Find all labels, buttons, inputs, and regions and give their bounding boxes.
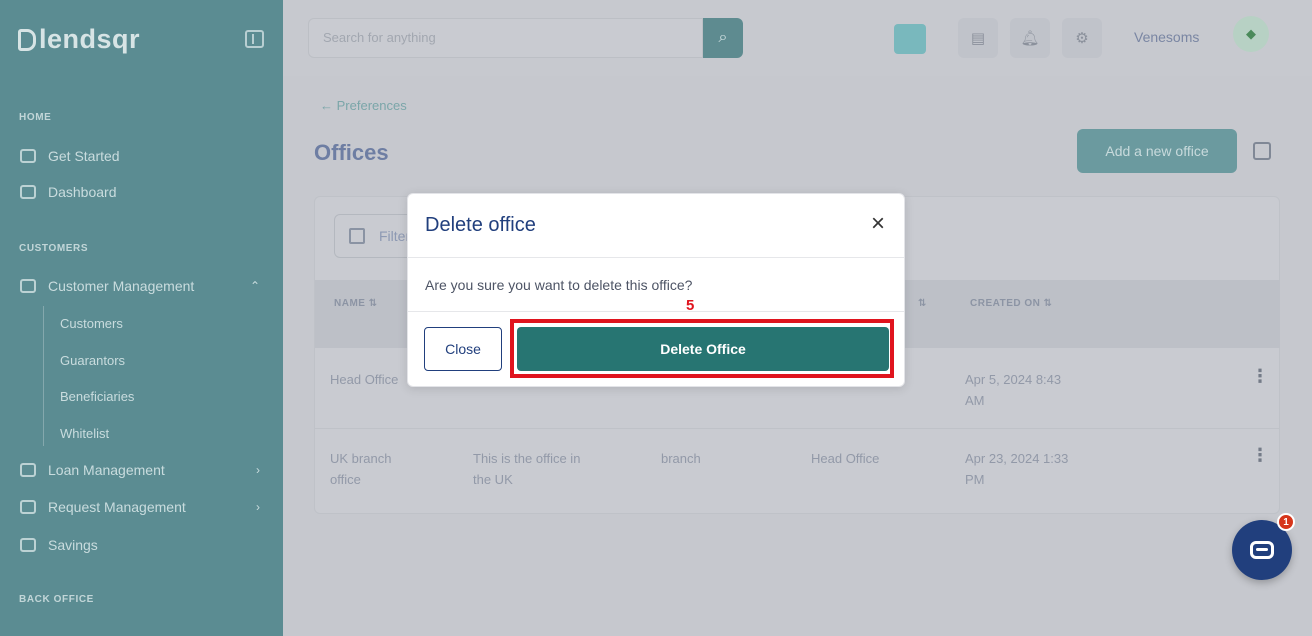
close-icon[interactable]: ×	[871, 210, 885, 238]
arrow-left-icon: ←	[320, 98, 333, 113]
sort-icon[interactable]: ⇅	[918, 298, 927, 309]
sort-icon: ⇅	[368, 298, 378, 309]
sidebar-item-savings[interactable]: Savings	[20, 537, 270, 553]
sidebar-item-label: Request Management	[48, 499, 186, 515]
cell-name: UK branch office	[330, 448, 391, 490]
logo-mark-icon	[18, 28, 36, 51]
sidebar-item-label: Get Started	[48, 148, 120, 164]
search-button[interactable]: ⌕	[703, 18, 743, 58]
top-header: Search for anything ⌕ ▤ 🔔︎ ⚙ Venesoms ◆	[283, 0, 1312, 76]
app-switch-icon[interactable]	[894, 24, 926, 54]
row-actions-icon[interactable]: ⋮	[1251, 366, 1269, 387]
logo-text: lendsqr	[39, 24, 141, 54]
section-back-office: BACK OFFICE	[19, 594, 94, 605]
breadcrumb[interactable]: ← Preferences	[320, 98, 407, 113]
step-number-label: 5	[686, 297, 695, 314]
filter-icon	[349, 228, 365, 244]
chat-icon	[1250, 541, 1274, 559]
sidebar-item-label: Customer Management	[48, 278, 195, 294]
cell-line: Apr 23, 2024 1:33	[965, 451, 1069, 466]
submenu-line	[43, 306, 44, 446]
sidebar-subitem-beneficiaries[interactable]: Beneficiaries	[60, 389, 134, 404]
cell-line: UK branch	[330, 451, 392, 466]
section-customers: CUSTOMERS	[19, 243, 89, 254]
settings-button[interactable]: ⚙	[1062, 18, 1102, 58]
notifications-button[interactable]: 🔔︎	[1010, 18, 1050, 58]
sidebar-item-label: Savings	[48, 537, 98, 553]
chevron-right-icon: ›	[256, 463, 260, 477]
home-icon	[20, 149, 36, 163]
gear-icon: ⚙	[1075, 30, 1089, 47]
search-input[interactable]: Search for anything	[308, 18, 703, 58]
filter-label: Filter	[379, 228, 411, 244]
column-header-name[interactable]: NAME ⇅	[334, 298, 378, 309]
cell-parent-office: Head Office	[811, 451, 880, 466]
breadcrumb-label: Preferences	[336, 98, 407, 113]
sidebar-collapse-icon[interactable]	[245, 30, 264, 48]
sort-icon: ⇅	[1043, 298, 1053, 309]
modal-divider	[408, 311, 904, 312]
sidebar-subitem-customers[interactable]: Customers	[60, 316, 123, 331]
sidebar-subitem-whitelist[interactable]: Whitelist	[60, 426, 109, 441]
close-button[interactable]: Close	[424, 327, 502, 371]
sidebar-item-get-started[interactable]: Get Started	[20, 148, 270, 164]
chevron-up-icon: ⌃	[249, 279, 260, 293]
cell-description: This is the office in the UK	[473, 448, 580, 490]
cell-created-on: Apr 5, 2024 8:43 AM	[965, 369, 1061, 411]
cell-line: office	[330, 472, 361, 487]
search-icon: ⌕	[718, 29, 728, 46]
column-label: CREATED ON	[970, 298, 1041, 309]
sidebar-item-label: Dashboard	[48, 184, 117, 200]
cell-line: This is the office in	[473, 451, 581, 466]
sidebar-item-dashboard[interactable]: Dashboard	[20, 184, 270, 200]
column-label: NAME	[334, 298, 366, 309]
row-actions-icon[interactable]: ⋮	[1251, 445, 1269, 466]
cell-name: Head Office	[330, 372, 399, 387]
sidebar-item-label: Loan Management	[48, 462, 165, 478]
users-icon	[20, 279, 36, 293]
chat-badge: 1	[1277, 513, 1295, 531]
cell-line: the UK	[473, 472, 513, 487]
avatar[interactable]: ◆	[1233, 16, 1269, 52]
sidebar-subitem-guarantors[interactable]: Guarantors	[60, 353, 125, 368]
modal-title: Delete office	[425, 214, 536, 236]
modal-divider	[408, 257, 904, 258]
grid-icon[interactable]	[1253, 142, 1271, 160]
chevron-right-icon: ›	[256, 500, 260, 514]
lendsqr-logo[interactable]: lendsqr	[18, 24, 140, 55]
dashboard-icon	[20, 185, 36, 199]
row-divider	[315, 428, 1280, 429]
document-icon: ▤	[970, 30, 986, 47]
delete-office-modal: Delete office × Are you sure you want to…	[407, 193, 905, 387]
delete-office-button[interactable]: Delete Office	[517, 327, 889, 371]
bell-icon: 🔔︎	[1020, 30, 1040, 47]
savings-icon	[20, 538, 36, 552]
sidebar-item-loan-management[interactable]: Loan Management ›	[20, 462, 270, 478]
modal-message: Are you sure you want to delete this off…	[425, 277, 693, 293]
cell-line: Apr 5, 2024 8:43	[965, 372, 1062, 387]
document-button[interactable]: ▤	[958, 18, 998, 58]
add-office-button[interactable]: Add a new office	[1077, 129, 1237, 173]
column-header-created-on[interactable]: CREATED ON ⇅	[970, 298, 1053, 309]
cell-line: PM	[965, 472, 985, 487]
chart-icon	[20, 500, 36, 514]
cell-line: AM	[965, 393, 985, 408]
sidebar-item-customer-management[interactable]: Customer Management ⌃	[20, 278, 270, 294]
page-title: Offices	[314, 140, 389, 165]
cell-created-on: Apr 23, 2024 1:33 PM	[965, 448, 1068, 490]
loan-icon	[20, 463, 36, 477]
sidebar: lendsqr HOME Get Started Dashboard CUSTO…	[0, 0, 283, 636]
sidebar-item-request-management[interactable]: Request Management ›	[20, 499, 270, 515]
user-name[interactable]: Venesoms	[1134, 29, 1199, 45]
section-home: HOME	[19, 112, 52, 123]
cell-type: branch	[661, 451, 701, 466]
